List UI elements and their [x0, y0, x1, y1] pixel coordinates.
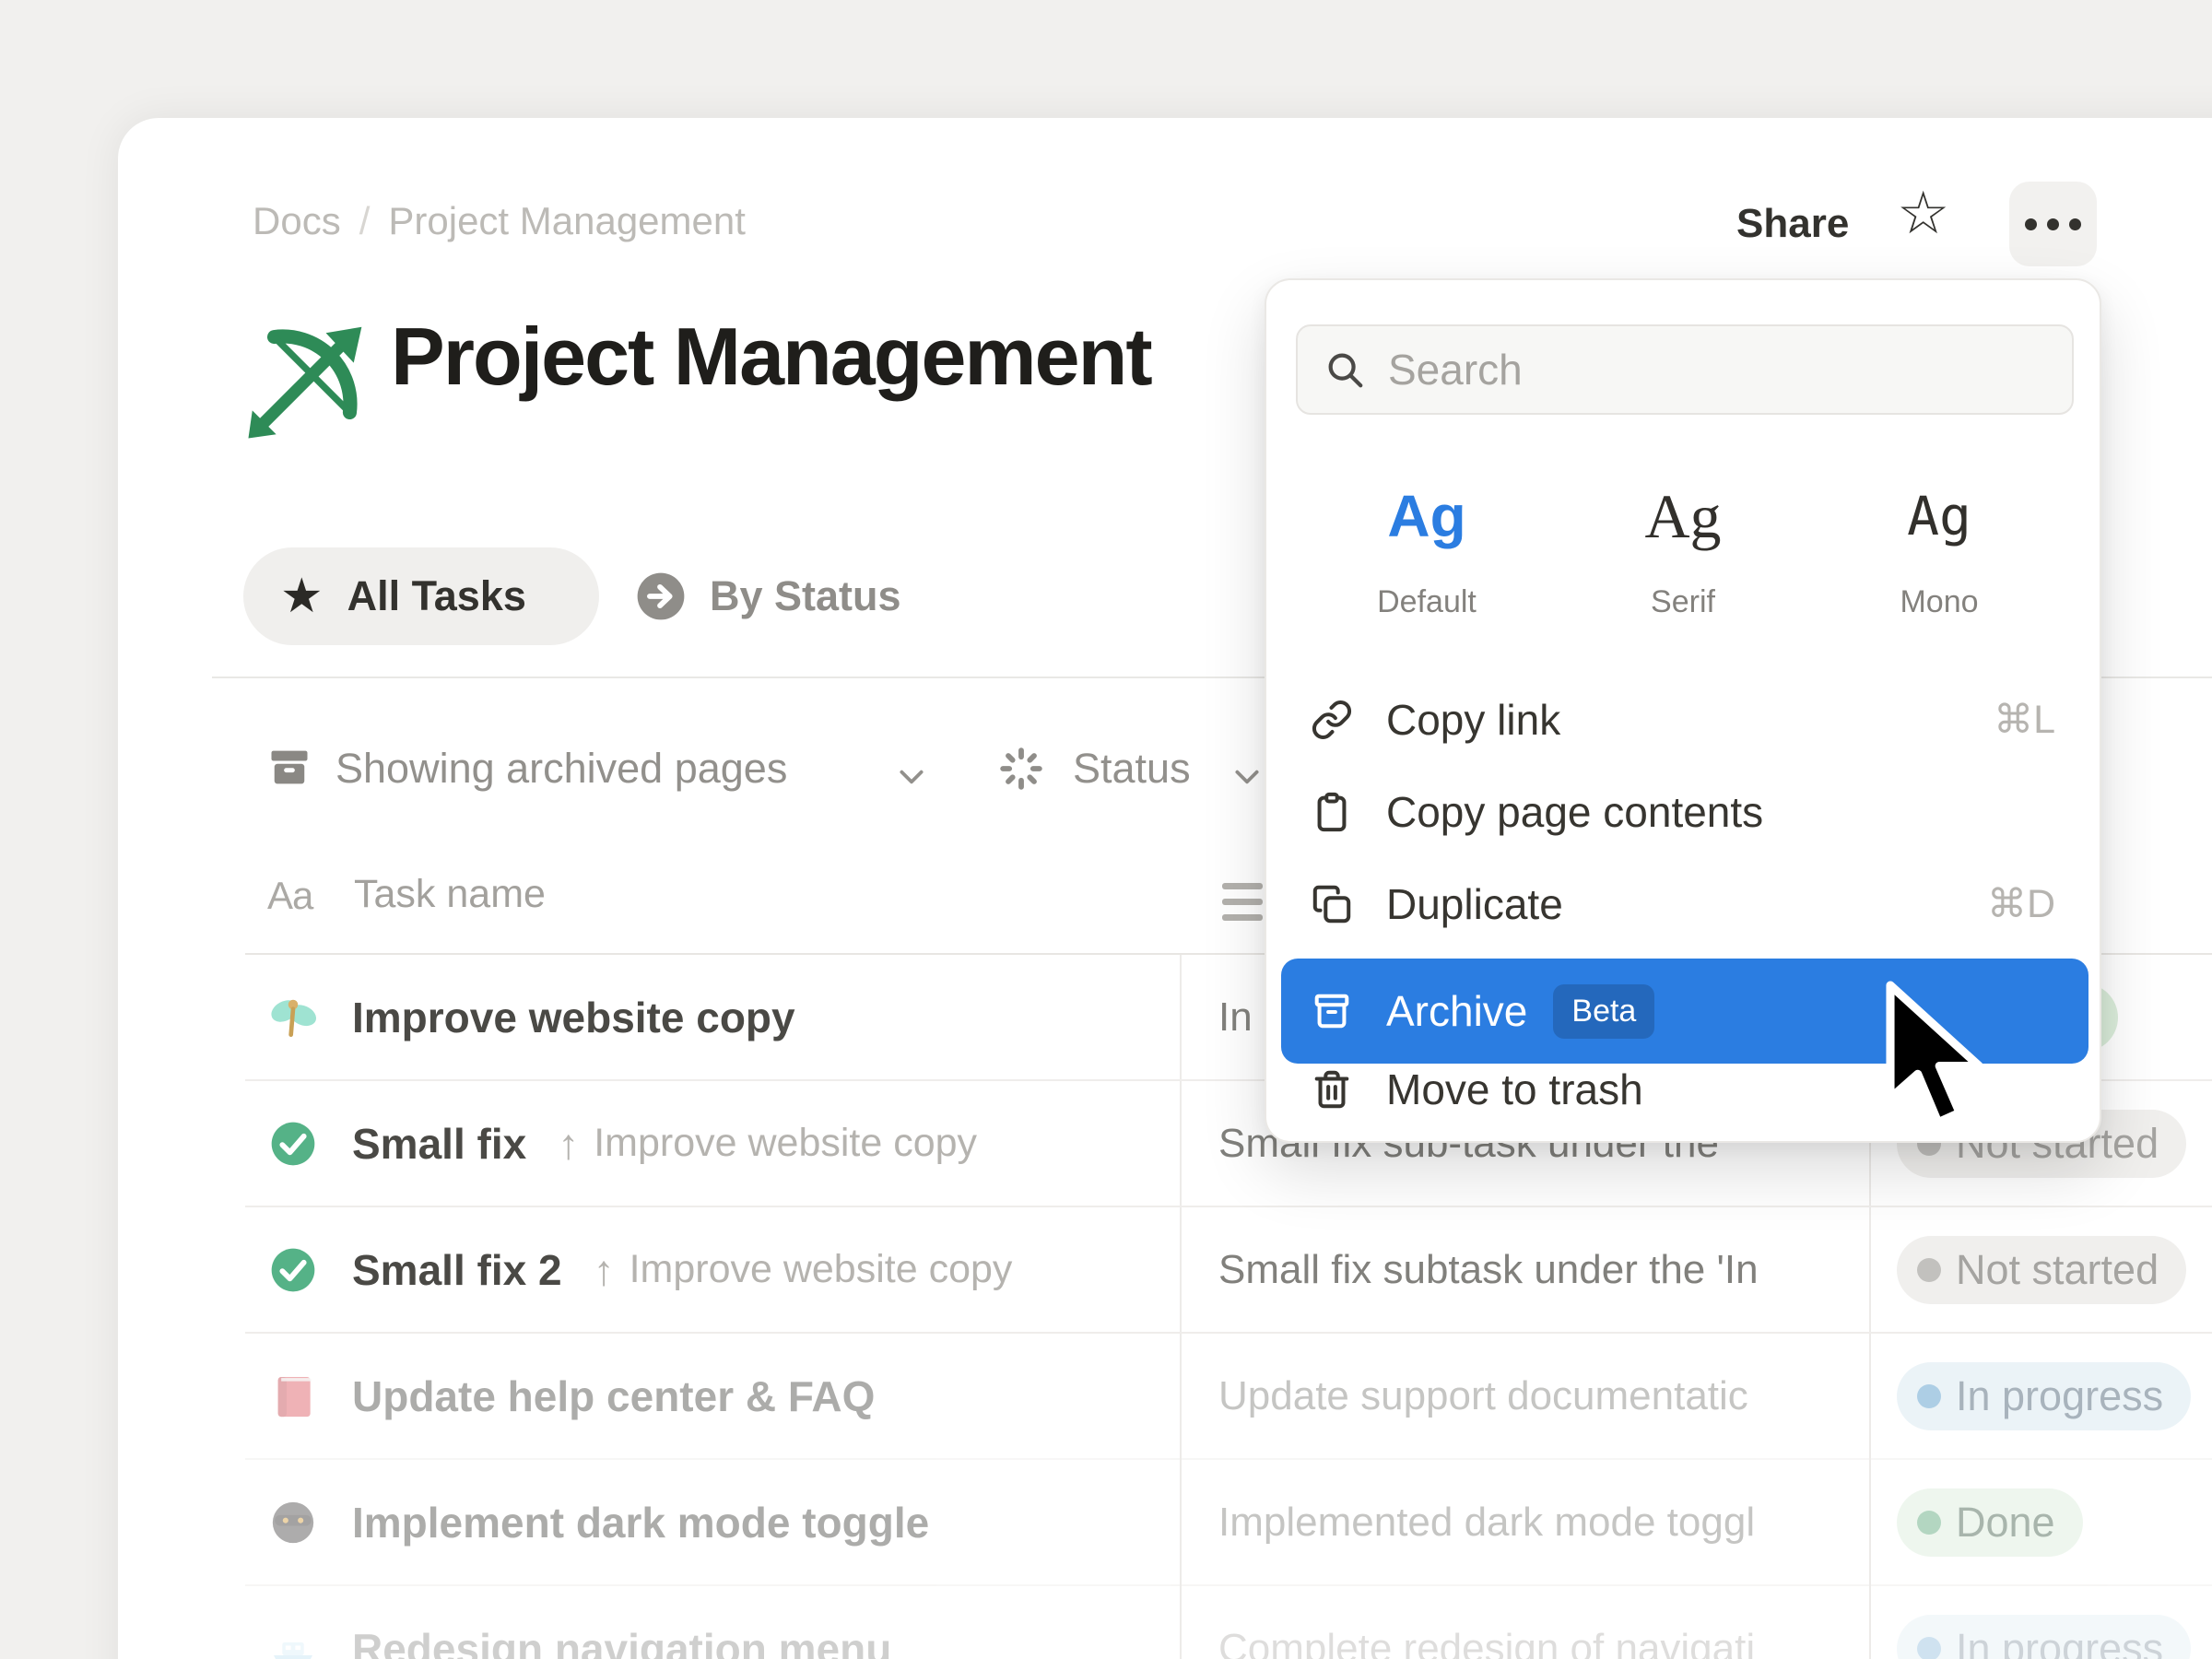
status-dot [1917, 1511, 1941, 1535]
subtask-arrow-icon: ↑ [558, 1119, 579, 1169]
ninja-icon [267, 1497, 319, 1548]
duplicate-icon [1311, 883, 1353, 925]
red-book-icon [267, 1371, 319, 1422]
clipboard-icon [1311, 791, 1353, 833]
chevron-down-icon[interactable] [1231, 761, 1263, 793]
star-filled-icon: ★ [280, 569, 324, 624]
breadcrumb: Docs / Project Management [253, 199, 746, 243]
search-icon [1324, 348, 1366, 391]
mouse-cursor [1880, 979, 1991, 1134]
status-badge[interactable]: In progress [1897, 1615, 2191, 1659]
notion-app: Docs / Project Management Share ☆ Projec… [0, 0, 2212, 1659]
status-dot [1917, 1258, 1941, 1282]
check-circle-icon [267, 1244, 319, 1296]
tab-all-tasks[interactable]: ★ All Tasks [243, 547, 599, 645]
ellipsis-icon [2025, 218, 2037, 230]
beta-badge: Beta [1553, 984, 1654, 1039]
breadcrumb-item-page[interactable]: Project Management [388, 199, 746, 243]
circle-arrow-icon [634, 570, 688, 623]
font-option-default[interactable]: Ag Default [1329, 461, 1524, 620]
archived-filter[interactable] [265, 743, 313, 795]
status-filter-label[interactable]: Status [1073, 745, 1191, 793]
bow-and-arrow-icon [241, 317, 371, 444]
font-option-mono[interactable]: Ag Mono [1841, 461, 2037, 620]
archive-box-icon [265, 743, 313, 791]
column-header-task-name[interactable]: Task name [354, 872, 546, 917]
lines-icon [1222, 883, 1263, 921]
status-badge[interactable]: In progress [1897, 1362, 2191, 1430]
tab-by-status[interactable]: By Status [634, 547, 901, 645]
link-icon [1311, 699, 1353, 741]
status-badge[interactable]: Done [1897, 1488, 2083, 1557]
table-row[interactable]: Implement dark mode toggle Implemented d… [245, 1460, 2212, 1586]
search-input[interactable] [1388, 345, 2033, 394]
breadcrumb-item-docs[interactable]: Docs [253, 199, 341, 243]
trash-icon [1311, 1068, 1353, 1111]
status-badge[interactable]: Not started [1897, 1236, 2186, 1304]
menu-search[interactable] [1296, 324, 2074, 415]
table-row[interactable]: Small fix 2 ↑Improve website copy Small … [245, 1207, 2212, 1334]
share-button[interactable]: Share [1736, 201, 1849, 247]
subtask-arrow-icon: ↑ [594, 1245, 615, 1295]
more-options-button[interactable] [2009, 182, 2097, 266]
archive-box-icon [1311, 990, 1353, 1032]
fairy-icon [267, 992, 319, 1043]
menu-item-copy-page-contents[interactable]: Copy page contents [1281, 766, 2088, 858]
status-dot [1917, 1637, 1941, 1659]
font-style-picker: Ag Default Ag Serif Ag Mono [1266, 461, 2100, 620]
menu-item-copy-link[interactable]: Copy link ⌘L [1281, 674, 2088, 766]
shortcut-label: ⌘D [1987, 881, 2055, 927]
breadcrumb-separator: / [359, 199, 371, 243]
shortcut-label: ⌘L [1994, 697, 2055, 743]
column-type-icon: Aa [267, 874, 312, 918]
check-circle-icon [267, 1118, 319, 1170]
ship-icon [267, 1623, 319, 1659]
menu-item-duplicate[interactable]: Duplicate ⌘D [1281, 858, 2088, 950]
status-dot [1917, 1384, 1941, 1408]
favorite-star-icon[interactable]: ☆ [1897, 179, 1949, 248]
archived-filter-label[interactable]: Showing archived pages [335, 745, 787, 793]
table-row[interactable]: Redesign navigation menu Complete redesi… [245, 1586, 2212, 1659]
chevron-down-icon[interactable] [896, 761, 927, 793]
font-option-serif[interactable]: Ag Serif [1585, 461, 1781, 620]
status-burst-icon [995, 743, 1047, 794]
page-title[interactable]: Project Management [391, 310, 1151, 404]
table-row[interactable]: Update help center & FAQ Update support … [245, 1334, 2212, 1460]
